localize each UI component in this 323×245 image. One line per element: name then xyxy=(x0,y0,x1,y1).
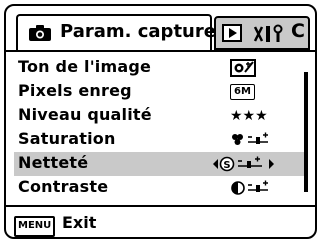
pixels-value: 6M xyxy=(230,80,255,104)
menu-item-recorded-pixels[interactable]: Pixels enreg 6M xyxy=(14,80,304,104)
tab-custom-label: C xyxy=(291,20,305,42)
menu-item-sharpness[interactable]: Netteté S xyxy=(14,152,304,176)
menu-item-contrast[interactable]: Contraste xyxy=(14,176,304,200)
tab-title: Param. capture xyxy=(60,21,216,42)
menu-item-label: Niveau qualité xyxy=(18,105,152,124)
recorded-pixels-badge: 6M xyxy=(230,84,255,100)
svg-text:S: S xyxy=(223,160,230,171)
contrast-slider xyxy=(230,176,270,200)
menu-item-image-tone[interactable]: Ton de l'image xyxy=(14,56,304,80)
scrollbar[interactable] xyxy=(304,72,308,192)
image-tone-icon xyxy=(230,56,256,80)
menu-item-quality-level[interactable]: Niveau qualité ★★★ xyxy=(14,104,304,128)
menu-item-label: Ton de l'image xyxy=(18,57,152,76)
sharpness-slider: S xyxy=(212,152,276,176)
quality-stars: ★★★ xyxy=(230,108,268,124)
saturation-slider xyxy=(230,128,270,152)
camera-menu-frame: Param. capture C Ton de l'image Pixels e… xyxy=(4,4,317,239)
footer-divider xyxy=(6,205,315,207)
menu-item-saturation[interactable]: Saturation xyxy=(14,128,304,152)
menu-item-label: Saturation xyxy=(18,129,116,148)
tab-capture-settings[interactable]: Param. capture xyxy=(16,14,216,50)
camera-icon xyxy=(29,25,51,41)
tab-other-menus[interactable]: C xyxy=(214,16,310,50)
exit-label[interactable]: Exit xyxy=(62,213,96,232)
menu-item-label: Netteté xyxy=(18,153,89,172)
menu-item-label: Contraste xyxy=(18,177,109,196)
playback-tab-icon[interactable] xyxy=(222,24,242,42)
setup-tab-icon[interactable] xyxy=(252,24,286,44)
menu-key-badge: MENU xyxy=(14,216,56,237)
tab-bar: Param. capture C xyxy=(6,6,315,50)
tab-divider xyxy=(6,50,315,52)
menu-item-label: Pixels enreg xyxy=(18,81,132,100)
